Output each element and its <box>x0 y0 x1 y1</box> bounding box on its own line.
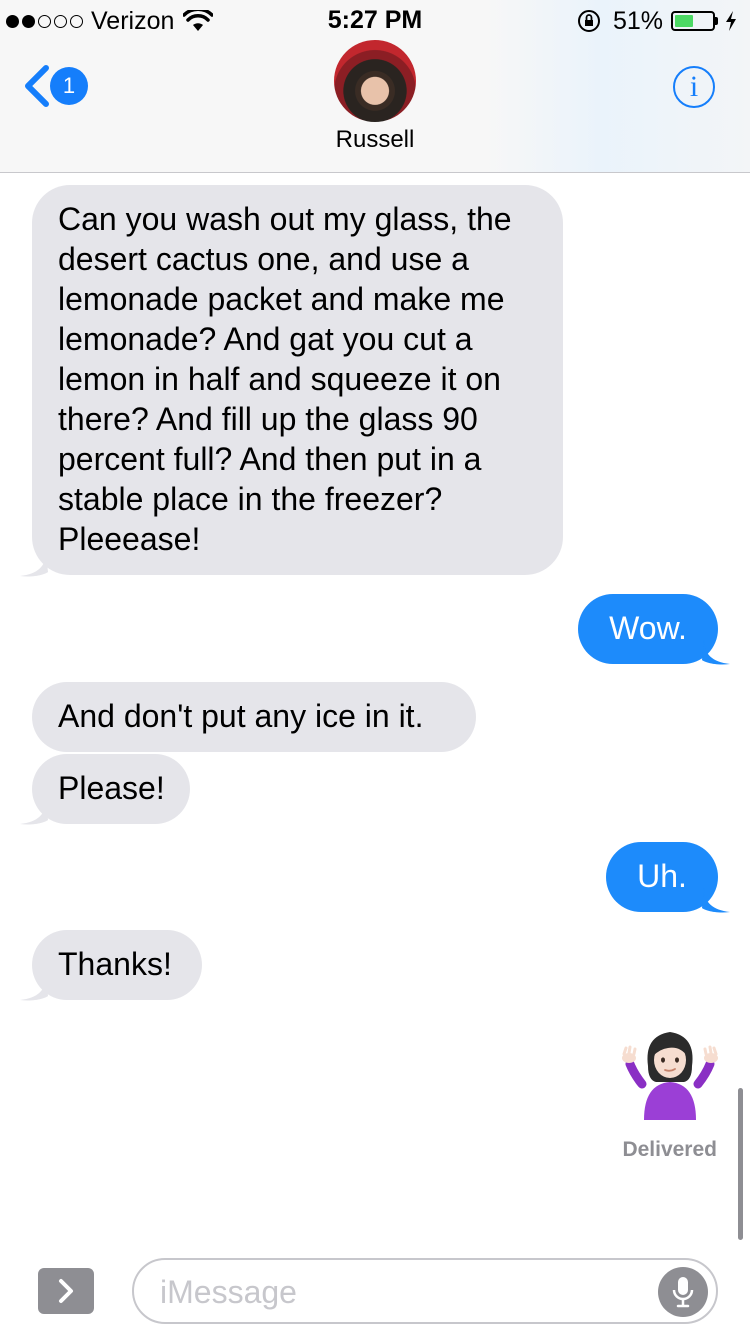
message-text: Wow. <box>609 610 687 646</box>
apps-toggle-button[interactable] <box>38 1268 94 1314</box>
delivery-status: Delivered <box>622 1138 717 1161</box>
chevron-right-icon <box>59 1279 73 1303</box>
person-shrugging-emoji[interactable] <box>620 1022 720 1122</box>
message-bubble-incoming[interactable]: Can you wash out my glass, the desert ca… <box>32 185 563 575</box>
battery-percentage: 51% <box>612 6 663 35</box>
orientation-lock-icon <box>577 10 600 32</box>
message-bubble-incoming[interactable]: And don't put any ice in it. <box>32 682 476 752</box>
message-input-container[interactable] <box>132 1258 718 1324</box>
message-bubble-outgoing[interactable]: Wow. <box>578 594 718 664</box>
message-text: And don't put any ice in it. <box>58 698 424 734</box>
info-icon[interactable]: i <box>673 66 715 108</box>
scroll-indicator[interactable] <box>738 1088 743 1240</box>
bubble-tail <box>702 640 730 665</box>
message-text: Thanks! <box>58 946 172 982</box>
contact-name[interactable]: Russell <box>0 126 750 154</box>
battery-level <box>675 15 694 27</box>
chevron-left-icon <box>25 65 49 107</box>
microphone-icon <box>672 1277 694 1308</box>
message-bubble-incoming[interactable]: Thanks! <box>32 930 202 1000</box>
bubble-tail <box>20 552 48 577</box>
battery-icon <box>671 11 715 31</box>
unread-count-badge: 1 <box>50 67 88 105</box>
bubble-tail <box>20 976 48 1001</box>
back-button[interactable]: 1 <box>22 64 88 108</box>
message-bubble-incoming[interactable]: Please! <box>32 754 190 824</box>
message-text: Uh. <box>637 858 687 894</box>
bubble-tail <box>20 800 48 825</box>
status-bar: Verizon 5:27 PM 51% <box>0 0 750 40</box>
message-input[interactable] <box>160 1274 640 1311</box>
charging-bolt-icon <box>726 11 736 31</box>
dictation-button[interactable] <box>658 1267 708 1317</box>
battery-cap <box>715 17 718 25</box>
message-text: Can you wash out my glass, the desert ca… <box>58 201 512 557</box>
bubble-tail <box>702 888 730 913</box>
contact-avatar[interactable] <box>334 40 416 122</box>
message-text: Please! <box>58 770 165 806</box>
